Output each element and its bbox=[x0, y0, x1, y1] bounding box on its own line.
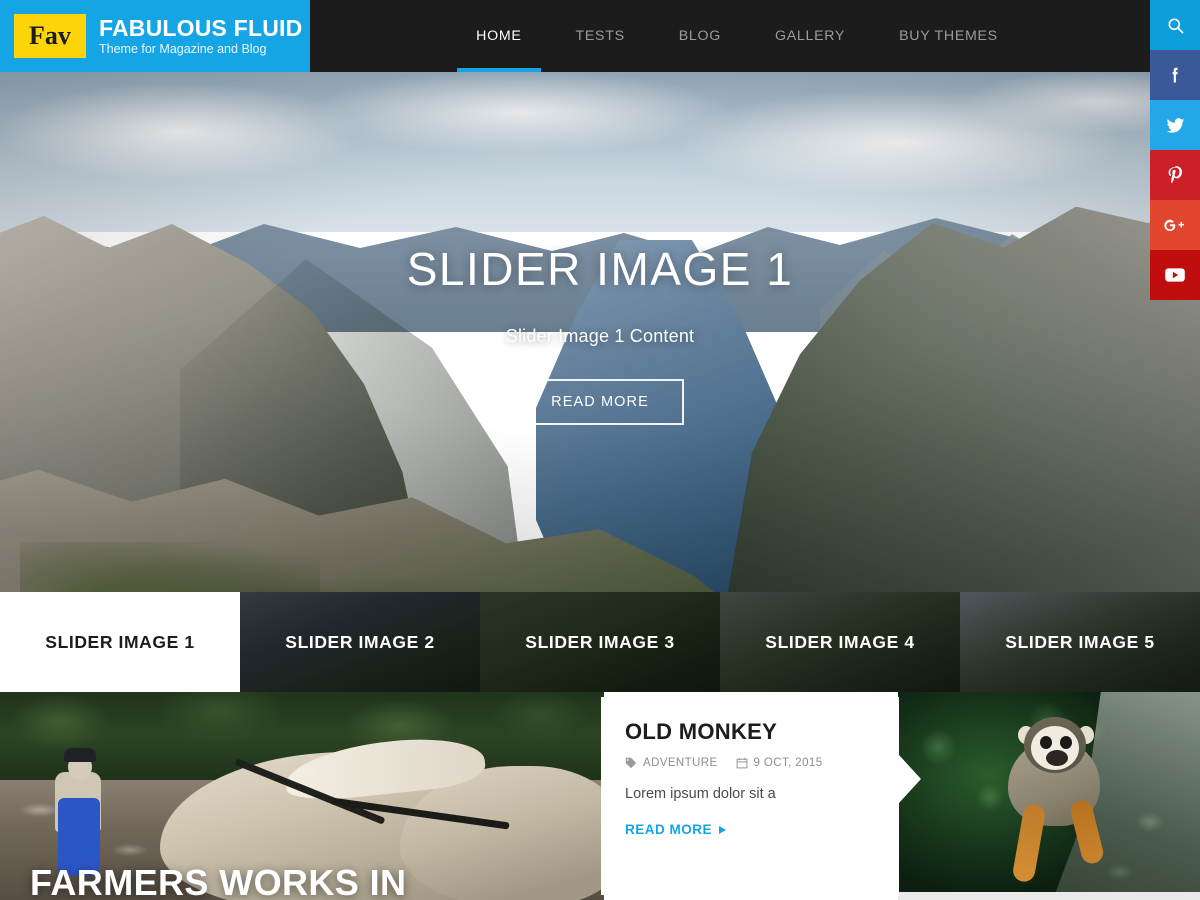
facebook-button[interactable] bbox=[1150, 50, 1200, 100]
pinterest-icon bbox=[1165, 165, 1185, 185]
social-sidebar bbox=[1150, 0, 1200, 300]
post-read-more-link[interactable]: READ MORE bbox=[625, 822, 875, 837]
slider-thumb-2[interactable]: SLIDER IMAGE 2 bbox=[240, 592, 480, 692]
post-title: OLD MONKEY bbox=[625, 719, 778, 744]
slider-thumb-1[interactable]: SLIDER IMAGE 1 bbox=[0, 592, 240, 692]
logo-block[interactable]: Fav FABULOUS FLUID Theme for Magazine an… bbox=[0, 0, 310, 72]
youtube-icon bbox=[1164, 267, 1186, 283]
post-date-label: 9 OCT, 2015 bbox=[753, 757, 823, 769]
google-plus-icon bbox=[1163, 216, 1187, 234]
nav-item-gallery[interactable]: GALLERY bbox=[748, 0, 872, 72]
post-category[interactable]: ADVENTURE bbox=[625, 757, 718, 769]
google-plus-button[interactable] bbox=[1150, 200, 1200, 250]
nav-item-tests[interactable]: TESTS bbox=[549, 0, 652, 72]
nav-item-blog[interactable]: BLOG bbox=[652, 0, 748, 72]
slide-read-more-button[interactable]: READ MORE bbox=[516, 379, 684, 425]
arrow-right-icon bbox=[719, 825, 727, 834]
slider-thumb-3[interactable]: SLIDER IMAGE 3 bbox=[480, 592, 720, 692]
nav-list: HOME TESTS BLOG GALLERY BUY THEMES bbox=[449, 0, 1025, 72]
site-title: FABULOUS FLUID bbox=[99, 14, 303, 41]
nav-item-home[interactable]: HOME bbox=[449, 0, 548, 72]
farm-feature-tile[interactable]: FARMERS WORKS IN bbox=[0, 692, 604, 900]
slider-thumb-label: SLIDER IMAGE 5 bbox=[1005, 631, 1155, 652]
pinterest-button[interactable] bbox=[1150, 150, 1200, 200]
slider-thumb-label: SLIDER IMAGE 2 bbox=[285, 631, 435, 652]
slider-thumb-label: SLIDER IMAGE 4 bbox=[765, 631, 915, 652]
farm-feature-title: FARMERS WORKS IN bbox=[30, 862, 407, 900]
page-root: SLIDER IMAGE 1 Slider Image 1 Content RE… bbox=[0, 0, 1200, 900]
slide-subtitle: Slider Image 1 Content bbox=[505, 326, 695, 346]
twitter-button[interactable] bbox=[1150, 100, 1200, 150]
youtube-button[interactable] bbox=[1150, 250, 1200, 300]
monkey-eye-left bbox=[1040, 736, 1052, 749]
slider-thumb-5[interactable]: SLIDER IMAGE 5 bbox=[960, 592, 1200, 692]
old-monkey-post-card[interactable]: OLD MONKEY ADVENTURE 9 OCT, 2015 Lorem i… bbox=[601, 697, 921, 895]
feature-row: FARMERS WORKS IN OLD MONKEY ADVENTURE 9 … bbox=[0, 692, 1200, 900]
tile-bottom-edge bbox=[898, 892, 1200, 900]
search-icon bbox=[1166, 16, 1185, 35]
tag-icon bbox=[625, 757, 637, 769]
twitter-icon bbox=[1165, 115, 1186, 136]
farmer-cap bbox=[64, 748, 96, 762]
monkey-feature-tile[interactable] bbox=[898, 692, 1200, 900]
slider-thumb-4[interactable]: SLIDER IMAGE 4 bbox=[720, 592, 960, 692]
slide-caption: SLIDER IMAGE 1 Slider Image 1 Content RE… bbox=[0, 242, 1200, 425]
slider-thumb-label: SLIDER IMAGE 3 bbox=[525, 631, 675, 652]
hero-slider[interactable]: SLIDER IMAGE 1 Slider Image 1 Content RE… bbox=[0, 72, 1200, 592]
main-navigation: HOME TESTS BLOG GALLERY BUY THEMES bbox=[310, 0, 1150, 72]
facebook-icon bbox=[1165, 65, 1185, 85]
logo-text: FABULOUS FLUID Theme for Magazine and Bl… bbox=[99, 16, 302, 56]
slide-title: SLIDER IMAGE 1 bbox=[406, 243, 794, 295]
site-header: Fav FABULOUS FLUID Theme for Magazine an… bbox=[0, 0, 1200, 72]
post-meta: ADVENTURE 9 OCT, 2015 bbox=[625, 757, 875, 769]
post-excerpt: Lorem ipsum dolor sit a bbox=[625, 786, 776, 802]
slider-thumbnail-strip[interactable]: SLIDER IMAGE 1 SLIDER IMAGE 2 SLIDER IMA… bbox=[0, 592, 1200, 692]
search-button[interactable] bbox=[1150, 0, 1200, 50]
nav-item-buy-themes[interactable]: BUY THEMES bbox=[872, 0, 1025, 72]
post-category-label: ADVENTURE bbox=[643, 757, 718, 769]
post-read-more-label: READ MORE bbox=[625, 822, 713, 837]
calendar-icon bbox=[736, 757, 748, 769]
post-date: 9 OCT, 2015 bbox=[736, 757, 823, 769]
site-tagline: Theme for Magazine and Blog bbox=[99, 42, 267, 56]
logo-badge: Fav bbox=[14, 14, 86, 58]
slider-thumb-label: SLIDER IMAGE 1 bbox=[45, 631, 195, 652]
monkey-eye-right bbox=[1060, 736, 1072, 749]
monkey-muzzle bbox=[1046, 750, 1068, 766]
